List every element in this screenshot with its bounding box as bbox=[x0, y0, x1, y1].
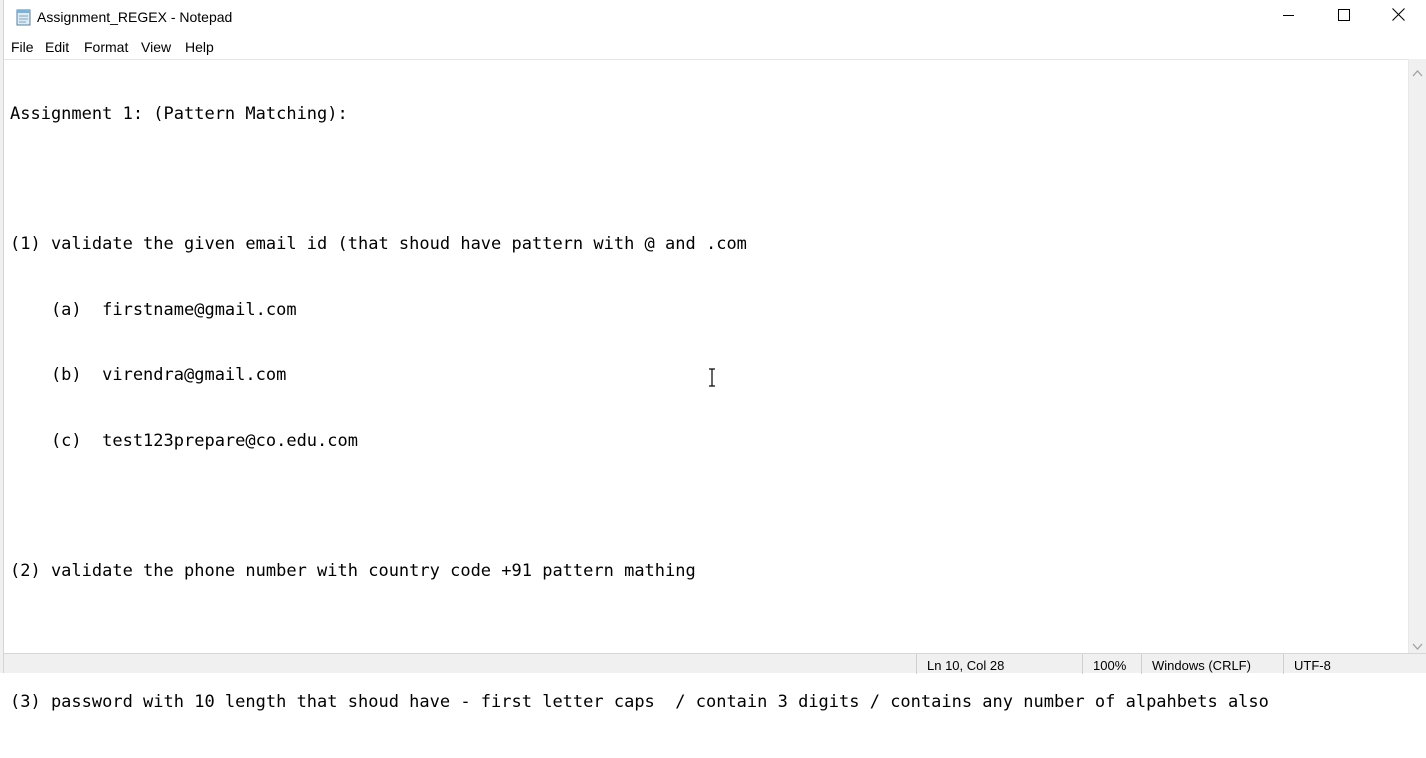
text-cursor-icon bbox=[706, 368, 718, 388]
maximize-button[interactable] bbox=[1316, 0, 1371, 34]
status-encoding: UTF-8 bbox=[1283, 654, 1426, 674]
text-line: (c) test123prepare@co.edu.com bbox=[10, 430, 358, 451]
menu-bar: File Edit Format View Help bbox=[4, 36, 1426, 58]
minimize-button[interactable] bbox=[1261, 0, 1316, 34]
status-cursor-position: Ln 10, Col 28 bbox=[916, 654, 1082, 674]
status-zoom: 100% bbox=[1082, 654, 1141, 674]
menu-help[interactable]: Help bbox=[185, 39, 214, 55]
maximize-icon bbox=[1337, 8, 1350, 26]
text-line bbox=[10, 169, 1269, 191]
menu-view[interactable]: View bbox=[141, 39, 171, 55]
vertical-scrollbar[interactable] bbox=[1408, 59, 1426, 653]
text-line: Assignment 1: (Pattern Matching): bbox=[10, 103, 348, 124]
window-title: Assignment_REGEX - Notepad bbox=[37, 9, 233, 25]
minimize-icon bbox=[1282, 8, 1295, 26]
menu-edit[interactable]: Edit bbox=[45, 39, 69, 55]
status-bar: Ln 10, Col 28 100% Windows (CRLF) UTF-8 bbox=[4, 653, 1426, 674]
close-button[interactable] bbox=[1371, 0, 1426, 34]
text-line bbox=[10, 627, 1269, 649]
text-line: (2) validate the phone number with count… bbox=[10, 561, 696, 582]
title-bar[interactable]: Assignment_REGEX - Notepad bbox=[4, 0, 1426, 34]
text-line: (3) password with 10 length that shoud h… bbox=[10, 692, 1269, 713]
text-line: (1) validate the given email id (that sh… bbox=[10, 234, 747, 255]
scroll-up-icon[interactable] bbox=[1412, 64, 1423, 77]
menu-format[interactable]: Format bbox=[84, 39, 128, 55]
scroll-down-icon[interactable] bbox=[1412, 638, 1423, 650]
status-line-ending: Windows (CRLF) bbox=[1141, 654, 1283, 674]
text-line: (b) virendra@gmail.com bbox=[10, 365, 287, 386]
text-editor[interactable]: Assignment 1: (Pattern Matching): (1) va… bbox=[4, 59, 1408, 712]
menu-file[interactable]: File bbox=[11, 39, 34, 55]
text-line bbox=[10, 496, 1269, 518]
text-line: (a) firstname@gmail.com bbox=[10, 299, 297, 320]
notepad-icon bbox=[15, 8, 33, 26]
close-icon bbox=[1392, 8, 1405, 26]
